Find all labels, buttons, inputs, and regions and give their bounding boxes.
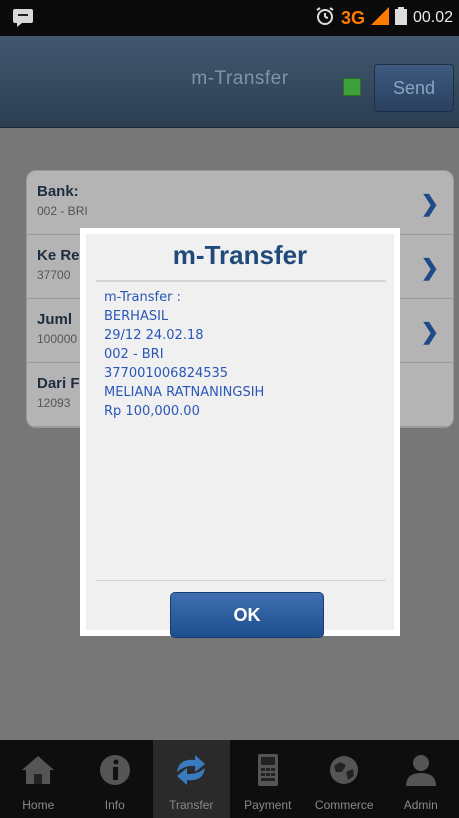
admin-icon bbox=[401, 750, 441, 790]
status-bar: 3G 00.02 bbox=[0, 0, 459, 36]
chat-notification-icon bbox=[12, 8, 36, 28]
message-line: MELIANA RATNANINGSIH bbox=[104, 385, 265, 400]
nav-label: Admin bbox=[403, 798, 438, 812]
transfer-icon bbox=[171, 750, 211, 790]
alarm-icon bbox=[315, 6, 335, 31]
nav-item-transfer[interactable]: Transfer bbox=[153, 740, 230, 818]
nav-label: Transfer bbox=[169, 798, 214, 812]
send-button[interactable]: Send bbox=[374, 64, 454, 112]
dialog-title: m-Transfer bbox=[172, 240, 308, 270]
bottom-navigation: Home Info Transfer Payment Commerce Admi… bbox=[0, 740, 459, 818]
battery-icon bbox=[394, 6, 407, 30]
signal-icon bbox=[370, 6, 389, 30]
message-line: 29/12 24.02.18 bbox=[104, 328, 204, 343]
message-line: m-Transfer : bbox=[104, 290, 181, 305]
divider bbox=[96, 580, 386, 581]
nav-item-commerce[interactable]: Commerce bbox=[306, 740, 383, 818]
chevron-right-icon: ❯ bbox=[420, 319, 439, 344]
divider bbox=[96, 280, 386, 282]
dialog-message: m-Transfer : BERHASIL 29/12 24.02.18 002… bbox=[104, 288, 264, 421]
app-header: m-Transfer Send bbox=[0, 36, 459, 128]
payment-icon bbox=[248, 750, 288, 790]
message-line: BERHASIL bbox=[104, 309, 169, 324]
connection-status-indicator bbox=[343, 78, 361, 96]
nav-label: Commerce bbox=[314, 798, 374, 812]
nav-label: Payment bbox=[244, 798, 292, 812]
nav-label: Info bbox=[104, 798, 125, 812]
commerce-icon bbox=[324, 750, 364, 790]
ok-button[interactable]: OK bbox=[170, 592, 324, 638]
chevron-right-icon: ❯ bbox=[420, 255, 439, 280]
nav-label: Home bbox=[22, 798, 55, 812]
nav-item-payment[interactable]: Payment bbox=[230, 740, 307, 818]
result-dialog: m-Transfer m-Transfer : BERHASIL 29/12 2… bbox=[80, 228, 400, 638]
field-label: Bank: bbox=[37, 183, 79, 200]
home-icon bbox=[18, 750, 58, 790]
nav-item-info[interactable]: Info bbox=[77, 740, 154, 818]
info-icon bbox=[95, 750, 135, 790]
message-line: 377001006824535 bbox=[104, 366, 229, 381]
message-line: Rp 100,000.00 bbox=[104, 404, 200, 419]
clock: 00.02 bbox=[412, 9, 453, 26]
chevron-right-icon: ❯ bbox=[420, 191, 439, 216]
form-row-bank[interactable]: Bank: 002 - BRI ❯ bbox=[27, 171, 453, 235]
message-line: 002 - BRI bbox=[104, 347, 164, 362]
network-type: 3G bbox=[340, 7, 365, 28]
nav-item-home[interactable]: Home bbox=[0, 740, 77, 818]
nav-item-admin[interactable]: Admin bbox=[383, 740, 459, 818]
field-value: 002 - BRI bbox=[37, 204, 88, 218]
app-title: m-Transfer bbox=[191, 68, 289, 89]
